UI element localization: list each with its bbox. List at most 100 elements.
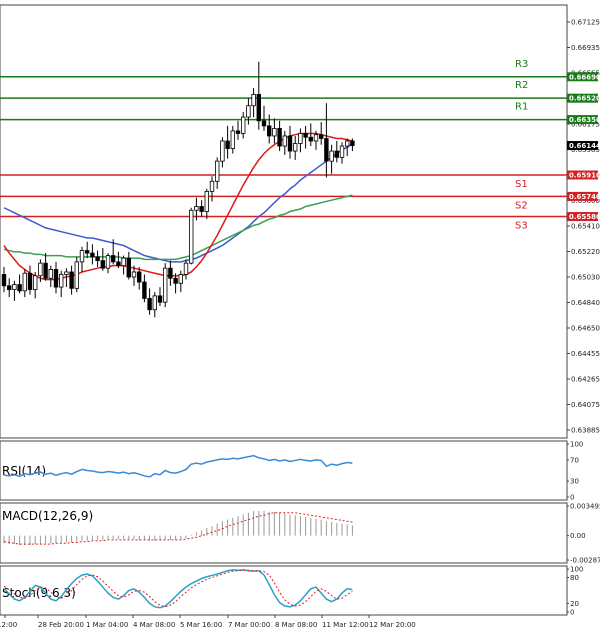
panel-tick-label: 100 [570, 441, 583, 449]
candle-bull [131, 271, 137, 278]
candle-bull [105, 255, 111, 269]
support-value-S1: 0.65910 [569, 172, 600, 180]
panel-tick-label: 0 [570, 609, 574, 617]
panel-tick-label: 70 [570, 456, 579, 464]
candle-bull [33, 275, 38, 290]
candle-bear [324, 138, 329, 162]
candle-bear [142, 281, 147, 299]
candle-bull [178, 274, 183, 284]
resistance-value-R1: 0.66350 [569, 116, 600, 124]
candle-bull [272, 128, 277, 137]
price-tick-label: 0.64455 [571, 350, 600, 358]
candle-bull [214, 160, 220, 182]
candle-bear [225, 140, 230, 149]
resistance-label-R1: R1 [515, 102, 528, 113]
panel-frames [0, 4, 568, 616]
candle-bull [282, 135, 287, 147]
forex-chart[interactable]: 0.671250.669350.665550.663650.661750.659… [0, 0, 600, 635]
panel-tick-label: 20 [570, 600, 579, 608]
candle-bear [126, 257, 131, 278]
candle-bull [22, 272, 27, 292]
candle-bear [147, 298, 152, 311]
candle-bull [329, 150, 334, 162]
price-tick-label: 0.64075 [571, 401, 600, 409]
time-tick-label: 11 Mar 12:00 [322, 621, 369, 629]
candle-bear [1, 274, 7, 287]
candle-bear [7, 285, 12, 290]
candle-bull [344, 140, 350, 147]
panel-tick-label: 0.003495 [570, 503, 600, 511]
candle-bull [162, 267, 168, 303]
candle-bull [313, 134, 319, 142]
support-label-S2: S2 [515, 200, 528, 211]
price-tick-label: 0.63885 [571, 427, 600, 435]
candle-bull [74, 261, 79, 289]
candle-bull [12, 284, 17, 290]
panel-tick-label: 0.00 [570, 532, 586, 540]
candle-bear [100, 260, 105, 269]
candle-bull [246, 105, 251, 118]
panel-tick-label: 30 [570, 478, 579, 486]
candle-bear [261, 120, 267, 127]
time-tick-label: 4 Mar 08:00 [133, 621, 175, 629]
resistance-label-R2: R2 [515, 80, 528, 91]
candle-bear [173, 277, 178, 284]
candle-bear [116, 261, 121, 267]
candle-bull [48, 269, 53, 279]
price-tick-label: 0.65220 [571, 248, 600, 256]
price-tick-label: 0.64650 [571, 325, 600, 333]
candle-bear [287, 135, 293, 152]
candle-bear [199, 206, 204, 212]
current-price-label: 0.66144 [569, 142, 600, 150]
candle-bull [188, 209, 194, 264]
candle-bull [230, 130, 235, 149]
panel-tick-label: 100 [570, 566, 583, 574]
candle-bear [318, 134, 324, 139]
candle-bear [168, 267, 173, 279]
candle-bull [292, 143, 298, 152]
time-tick-label: 12 Mar 20:00 [369, 621, 416, 629]
candle-bull [251, 94, 256, 107]
candle-bear [266, 125, 272, 137]
candle-bear [303, 133, 308, 138]
macd-label: MACD(12,26,9) [2, 509, 93, 523]
resistance-value-R2: 0.66520 [569, 95, 600, 103]
candle-bear [277, 128, 282, 147]
candle-bull [183, 262, 189, 275]
candle-bull [240, 116, 246, 134]
time-tick-label: 8 Mar 08:00 [275, 621, 317, 629]
time-tick-label: 7 Mar 00:00 [228, 621, 270, 629]
time-tick-label: 28 Feb 20:00 [38, 621, 84, 629]
candle-bear [308, 136, 313, 142]
support-label-S3: S3 [515, 221, 528, 232]
candle-bear [350, 140, 355, 146]
candle-bear [136, 271, 142, 283]
candle-bear [69, 271, 74, 289]
panel-frame-0 [0, 4, 568, 439]
time-tick-label: 12:00 [0, 621, 17, 629]
panel-frame-3 [0, 565, 568, 616]
candle-bear [85, 250, 90, 254]
price-tick-label: 0.67125 [571, 19, 600, 27]
price-tick-label: 0.64840 [571, 299, 600, 307]
candle-bull [38, 262, 43, 277]
time-axis: 12:00 28 Feb 20:001 Mar 04:00 4 Mar 08:00 5… [0, 615, 416, 629]
candle-bull [204, 190, 209, 212]
candle-bear [334, 150, 339, 158]
candle-bull [59, 274, 64, 288]
candle-bull [79, 250, 85, 263]
candle-bull [121, 257, 126, 267]
panel-tick-label: 80 [570, 574, 579, 582]
time-tick-label: 1 Mar 04:00 [86, 621, 128, 629]
candle-bear [157, 295, 163, 303]
candle-bull [194, 206, 199, 211]
candle-bear [95, 256, 100, 262]
time-tick-label: 5 Mar 16:00 [180, 621, 222, 629]
candle-bull [339, 145, 345, 158]
panel-tick-label: -0.00287 [570, 557, 600, 565]
candle-bear [53, 269, 59, 288]
price-tick-label: 0.65410 [571, 223, 600, 231]
support-value-S2: 0.65740 [569, 193, 600, 201]
candle-bear [256, 94, 261, 122]
candle-bear [43, 262, 48, 279]
